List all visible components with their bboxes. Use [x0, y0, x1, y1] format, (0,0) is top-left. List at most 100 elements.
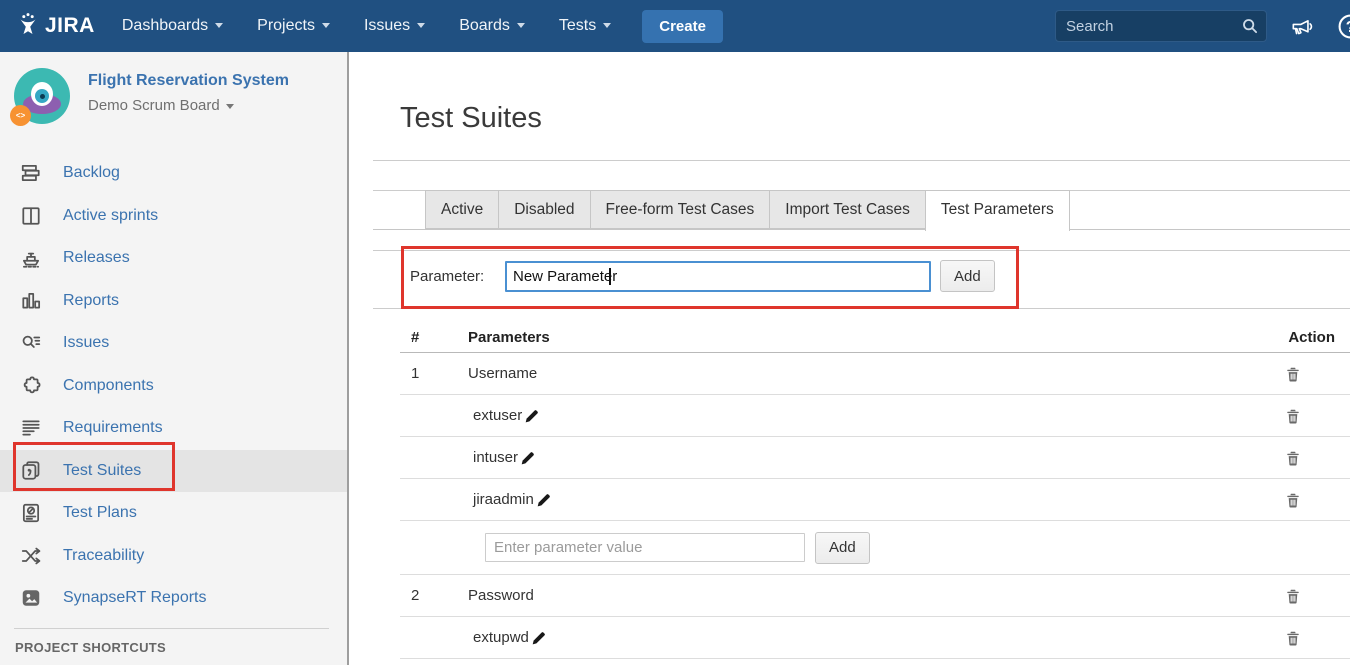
title-divider [373, 160, 1350, 161]
param-value-input[interactable] [485, 533, 805, 562]
param-number: 2 [400, 587, 458, 604]
sidebar-item-backlog[interactable]: Backlog [0, 152, 347, 195]
reports-icon [19, 290, 43, 312]
sidebar-item-label: Test Suites [63, 462, 141, 480]
table-row-add-value: Add [400, 521, 1350, 575]
parameter-label: Parameter: [410, 268, 484, 285]
sidebar-item-label: Backlog [63, 164, 120, 182]
chevron-down-icon [226, 104, 234, 109]
sidebar-item-label: Traceability [63, 547, 144, 565]
sidebar-item-label: Requirements [63, 419, 163, 437]
sidebar-item-issues[interactable]: Issues [0, 322, 347, 365]
jira-logo[interactable]: JIRA [0, 12, 105, 41]
delete-trash-icon[interactable] [1286, 366, 1300, 382]
project-name-link[interactable]: Flight Reservation System [88, 72, 289, 90]
delete-trash-icon[interactable] [1286, 492, 1300, 508]
sidebar: <> Flight Reservation System Demo Scrum … [0, 52, 349, 665]
sidebar-item-label: Test Plans [63, 504, 137, 522]
megaphone-icon[interactable] [1289, 13, 1315, 39]
navbar-menu-projects[interactable]: Projects [240, 0, 347, 52]
sidebar-item-requirements[interactable]: Requirements [0, 407, 347, 450]
edit-pencil-icon[interactable] [518, 449, 535, 466]
backlog-icon [19, 162, 43, 184]
edit-pencil-icon[interactable] [534, 491, 551, 508]
search-input[interactable] [1055, 10, 1267, 42]
navbar-menu-tests[interactable]: Tests [542, 0, 628, 52]
param-value: intuser [458, 449, 1280, 466]
navbar-menu-issues[interactable]: Issues [347, 0, 442, 52]
search-icon[interactable] [1241, 17, 1259, 40]
table-row-value: extupwd [400, 617, 1350, 659]
main-content: Test Suites ActiveDisabledFree-form Test… [351, 52, 1350, 665]
table-row-value: extuser [400, 395, 1350, 437]
sidebar-item-components[interactable]: Components [0, 365, 347, 408]
jira-logo-text: JIRA [45, 14, 95, 38]
delete-trash-icon[interactable] [1286, 408, 1300, 424]
param-value: jiraadmin [458, 491, 1280, 508]
edit-pencil-icon[interactable] [522, 407, 539, 424]
param-group-name: Username [458, 365, 1280, 382]
sidebar-item-traceability[interactable]: Traceability [0, 535, 347, 578]
test-suites-icon [19, 460, 43, 482]
create-button[interactable]: Create [642, 10, 723, 43]
tab-test-parameters[interactable]: Test Parameters [925, 190, 1070, 231]
sidebar-item-label: Components [63, 377, 154, 395]
test-plans-icon [19, 502, 43, 524]
tab-disabled[interactable]: Disabled [498, 190, 590, 229]
param-value: extupwd [458, 629, 1280, 646]
components-icon [19, 375, 43, 397]
chevron-down-icon [517, 23, 525, 28]
add-parameter-button[interactable]: Add [940, 260, 995, 292]
chevron-down-icon [417, 23, 425, 28]
sidebar-item-active-sprints[interactable]: Active sprints [0, 195, 347, 238]
chevron-down-icon [322, 23, 330, 28]
releases-icon [19, 247, 43, 269]
header-action: Action [1280, 329, 1350, 346]
navbar-menu-dashboards[interactable]: Dashboards [105, 0, 240, 52]
delete-trash-icon[interactable] [1286, 450, 1300, 466]
parameter-input[interactable] [505, 261, 931, 292]
param-value: extuser [458, 407, 1280, 424]
tab-active[interactable]: Active [425, 190, 499, 229]
sidebar-item-synapsert-reports[interactable]: SynapseRT Reports [0, 577, 347, 620]
table-row-value: intuser [400, 437, 1350, 479]
delete-trash-icon[interactable] [1286, 630, 1300, 646]
synapsert-reports-icon [19, 587, 43, 609]
edit-pencil-icon[interactable] [529, 629, 546, 646]
project-avatar[interactable]: <> [14, 68, 70, 124]
sidebar-item-label: Reports [63, 292, 119, 310]
project-shortcuts-header: PROJECT SHORTCUTS [15, 640, 166, 655]
delete-trash-icon[interactable] [1286, 588, 1300, 604]
sidebar-divider [14, 628, 329, 629]
table-header-row: # Parameters Action [400, 322, 1350, 353]
sidebar-item-label: Releases [63, 249, 130, 267]
add-value-button[interactable]: Add [815, 532, 870, 564]
param-group-name: Password [458, 587, 1280, 604]
tab-import-test-cases[interactable]: Import Test Cases [769, 190, 926, 229]
sidebar-item-releases[interactable]: Releases [0, 237, 347, 280]
table-row-group: 1 Username [400, 353, 1350, 395]
sidebar-item-reports[interactable]: Reports [0, 280, 347, 323]
active-sprints-icon [19, 205, 43, 227]
parameters-table: # Parameters Action 1 Username extuser i… [400, 322, 1350, 659]
help-icon[interactable]: ? [1337, 13, 1350, 40]
sidebar-item-label: Active sprints [63, 207, 158, 225]
form-bottom-rule [373, 308, 1350, 309]
param-number: 1 [400, 365, 458, 382]
sidebar-item-test-plans[interactable]: Test Plans [0, 492, 347, 535]
sidebar-item-label: SynapseRT Reports [63, 589, 206, 607]
table-row-group: 2 Password [400, 575, 1350, 617]
jira-logo-icon [16, 12, 40, 41]
navbar-menu-boards[interactable]: Boards [442, 0, 542, 52]
header-parameters: Parameters [458, 329, 1280, 346]
sidebar-item-label: Issues [63, 334, 109, 352]
project-header: <> Flight Reservation System Demo Scrum … [0, 52, 347, 124]
sidebar-item-test-suites[interactable]: Test Suites [0, 450, 347, 493]
text-cursor [609, 268, 611, 285]
page-title: Test Suites [400, 102, 542, 135]
traceability-icon [19, 545, 43, 567]
software-project-badge: <> [10, 105, 31, 126]
board-switcher[interactable]: Demo Scrum Board [88, 97, 289, 114]
search-box [1055, 10, 1267, 42]
tab-free-form-test-cases[interactable]: Free-form Test Cases [590, 190, 771, 229]
